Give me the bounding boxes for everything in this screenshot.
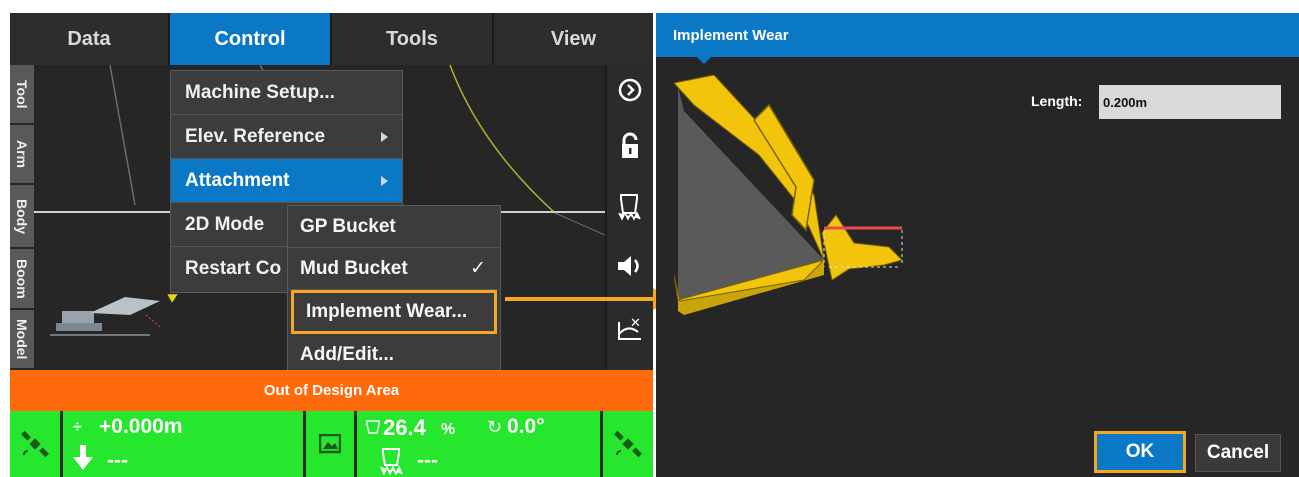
out-of-design-area-alert: Out of Design Area [10,370,653,411]
svg-text:✕: ✕ [630,316,641,331]
rotation-icon: ↻ [487,417,503,437]
machine-control-screen: Data Control Tools View Tool Arm Body Bo… [10,13,653,477]
dialog-title: Implement Wear [656,13,1299,57]
attachment-submenu: GP Bucket Mud Bucket ✓ Implement Wear... … [287,205,501,376]
tab-view[interactable]: View [494,13,653,65]
side-tab-tool[interactable]: Tool [10,65,34,125]
title-pointer [697,57,711,64]
status-bar: ÷ +0.000m --- 26.4 % ↻ 0.0° --- [10,411,653,477]
bucket-small-icon [366,420,380,434]
ok-button[interactable]: OK [1094,431,1186,473]
tab-data[interactable]: Data [10,13,170,65]
submenu-item-gp-bucket[interactable]: GP Bucket [288,206,500,248]
side-tab-arm[interactable]: Arm [10,125,34,185]
side-tab-model[interactable]: Model [10,310,34,370]
elevation-value: +0.000m [99,415,183,438]
percent-unit: % [441,421,456,438]
submenu-item-mud-bucket[interactable]: Mud Bucket ✓ [288,248,500,290]
cancel-button[interactable]: Cancel [1195,434,1281,472]
gnss-left-icon[interactable] [10,411,60,477]
side-tab-body[interactable]: Body [10,185,34,249]
chevron-circle-icon[interactable] [607,67,653,113]
image-panel-icon[interactable] [306,411,354,477]
menu-bar: Data Control Tools View [10,13,653,65]
gnss-right-icon[interactable] [603,411,653,477]
elevation-icon: ÷ [73,419,82,436]
excavator-icon [50,293,179,336]
implement-wear-dialog: Implement Wear Length: OK Cancel [656,13,1299,477]
bucket-panel: 26.4 % ↻ 0.0° --- [357,411,600,477]
bucket-icon[interactable] [607,183,653,229]
side-tab-boom[interactable]: Boom [10,249,34,310]
menu-item-attachment[interactable]: Attachment [171,159,402,203]
bucket-teeth-icon [380,448,403,475]
submenu-item-implement-wear[interactable]: Implement Wear... [291,290,497,334]
tab-control[interactable]: Control [170,13,332,65]
menu-item-machine-setup[interactable]: Machine Setup... [171,71,402,115]
menu-item-elev-reference[interactable]: Elev. Reference [171,115,402,159]
elevation-panel: ÷ +0.000m --- [63,411,303,477]
speaker-icon[interactable] [607,243,653,289]
submenu-arrow-icon [381,132,388,142]
bucket-illustration [674,75,903,315]
padlock-icon[interactable] [607,123,653,169]
length-input[interactable] [1099,85,1281,119]
side-tabs: Tool Arm Body Boom Model [10,65,34,370]
cut-fill-value: --- [107,449,128,472]
down-arrow-icon [73,445,93,470]
angle-value: 0.0° [507,415,545,438]
connector-arrow [505,288,673,310]
submenu-arrow-icon [381,176,388,186]
right-toolbar: ✕ [605,65,653,370]
check-mark-icon: ✓ [470,258,486,279]
tab-tools[interactable]: Tools [332,13,494,65]
percent-value: 26.4 [383,415,426,440]
length-label: Length: [1031,93,1083,109]
bucket-value: --- [417,449,438,472]
